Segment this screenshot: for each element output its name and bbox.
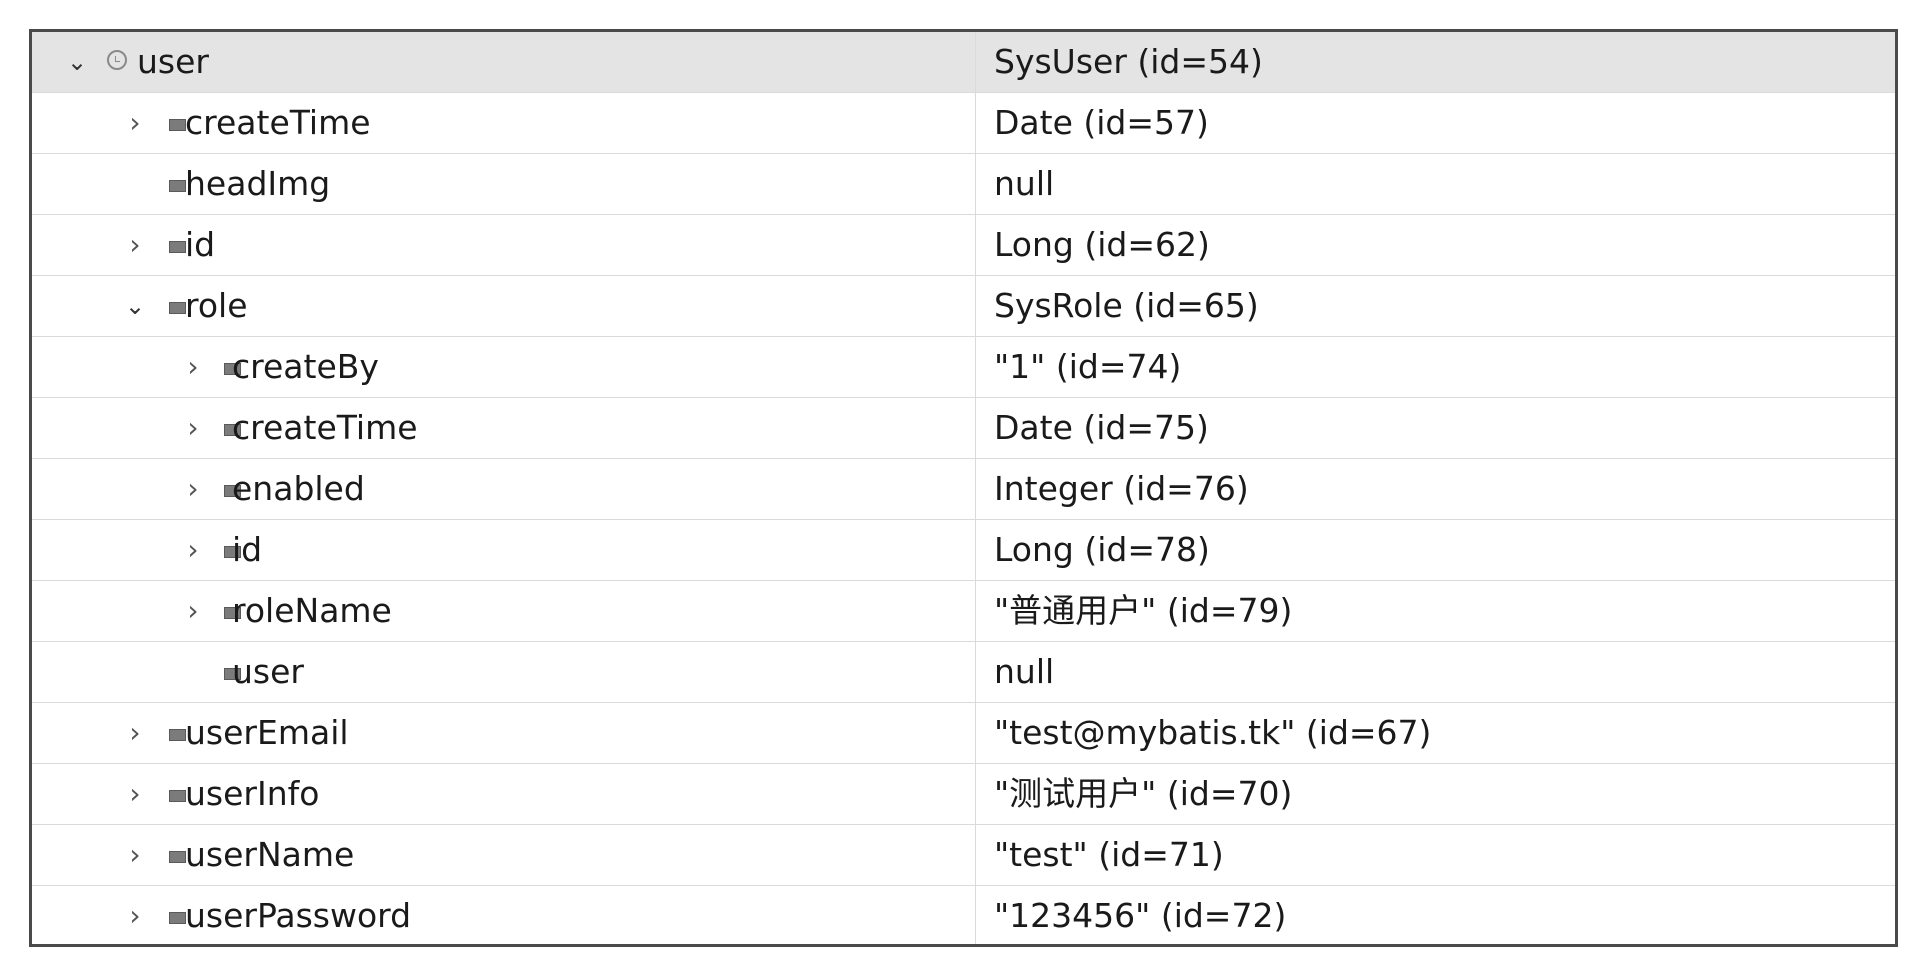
name-cell: › id [32, 520, 976, 580]
variable-name: user [232, 652, 304, 691]
chevron-right-icon[interactable]: › [178, 581, 208, 641]
field-icon [169, 180, 186, 192]
chevron-right-icon[interactable]: › [120, 215, 150, 275]
name-cell: › userInfo [32, 764, 976, 824]
name-cell: › roleName [32, 581, 976, 641]
variable-name: userInfo [185, 774, 320, 813]
variable-row[interactable]: headImg null [32, 154, 1895, 215]
variable-row[interactable]: › createTime Date (id=75) [32, 398, 1895, 459]
variable-value: "test" (id=71) [994, 835, 1224, 874]
variable-name: userPassword [185, 896, 412, 935]
variable-row[interactable]: › userInfo "测试用户" (id=70) [32, 764, 1895, 825]
field-icon [169, 119, 186, 131]
variable-row[interactable]: user null [32, 642, 1895, 703]
variable-value: "123456" (id=72) [994, 896, 1287, 935]
chevron-right-icon[interactable]: › [178, 337, 208, 397]
variable-name: userName [185, 835, 355, 874]
variable-value: "普通用户" (id=79) [994, 591, 1293, 630]
name-cell: › createBy [32, 337, 976, 397]
variable-name: roleName [232, 591, 392, 630]
variable-row[interactable]: › enabled Integer (id=76) [32, 459, 1895, 520]
variable-row[interactable]: › id Long (id=62) [32, 215, 1895, 276]
variable-name: userEmail [185, 713, 349, 752]
chevron-right-icon[interactable]: › [120, 93, 150, 153]
variable-row[interactable]: › id Long (id=78) [32, 520, 1895, 581]
variable-row[interactable]: ⌄ user SysUser (id=54) [32, 32, 1895, 93]
variable-name: headImg [185, 164, 331, 203]
variable-value: Integer (id=76) [994, 469, 1249, 508]
variable-name: id [232, 530, 263, 569]
variable-row[interactable]: › createTime Date (id=57) [32, 93, 1895, 154]
field-icon [169, 851, 186, 863]
variable-name: createBy [232, 347, 379, 386]
chevron-down-icon[interactable]: ⌄ [62, 32, 92, 92]
variable-row[interactable]: › createBy "1" (id=74) [32, 337, 1895, 398]
variable-row[interactable]: › userName "test" (id=71) [32, 825, 1895, 886]
variable-value: SysUser (id=54) [994, 42, 1263, 81]
name-cell: › createTime [32, 93, 976, 153]
variable-name: createTime [232, 408, 418, 447]
variable-name: id [185, 225, 216, 264]
chevron-right-icon[interactable]: › [120, 703, 150, 763]
variable-value: Long (id=78) [994, 530, 1210, 569]
field-icon [169, 729, 186, 741]
variables-view: ⌄ user SysUser (id=54) › createTime Date (id=… [29, 29, 1898, 947]
variable-row[interactable]: › roleName "普通用户" (id=79) [32, 581, 1895, 642]
name-cell: ⌄ role [32, 276, 976, 336]
chevron-right-icon[interactable]: › [178, 520, 208, 580]
name-cell: › userName [32, 825, 976, 885]
field-icon [169, 241, 186, 253]
variable-name: createTime [185, 103, 371, 142]
variable-value: null [994, 164, 1055, 203]
local-variable-icon [107, 50, 127, 70]
variable-value: SysRole (id=65) [994, 286, 1259, 325]
variable-value: Long (id=62) [994, 225, 1210, 264]
name-cell: ⌄ user [32, 32, 976, 92]
chevron-right-icon[interactable]: › [120, 825, 150, 885]
variable-name: role [185, 286, 248, 325]
variable-row[interactable]: › userPassword "123456" (id=72) [32, 886, 1895, 944]
chevron-right-icon[interactable]: › [120, 764, 150, 824]
variable-name: enabled [232, 469, 365, 508]
name-cell: headImg [32, 154, 976, 214]
name-cell: › id [32, 215, 976, 275]
name-cell: › enabled [32, 459, 976, 519]
field-icon [169, 912, 186, 924]
name-cell: › createTime [32, 398, 976, 458]
chevron-right-icon[interactable]: › [178, 398, 208, 458]
name-cell: › userEmail [32, 703, 976, 763]
variable-value: null [994, 652, 1055, 691]
variable-value: Date (id=57) [994, 103, 1209, 142]
variable-value: "test@mybatis.tk" (id=67) [994, 713, 1432, 752]
name-cell: user [32, 642, 976, 702]
variable-row[interactable]: ⌄ role SysRole (id=65) [32, 276, 1895, 337]
field-icon [169, 790, 186, 802]
variable-value: "测试用户" (id=70) [994, 774, 1293, 813]
chevron-right-icon[interactable]: › [178, 459, 208, 519]
variable-value: "1" (id=74) [994, 347, 1182, 386]
variable-name: user [137, 42, 209, 81]
field-icon [169, 302, 186, 314]
variable-row[interactable]: › userEmail "test@mybatis.tk" (id=67) [32, 703, 1895, 764]
chevron-right-icon[interactable]: › [120, 886, 150, 944]
name-cell: › userPassword [32, 886, 976, 944]
chevron-down-icon[interactable]: ⌄ [120, 276, 150, 336]
variable-value: Date (id=75) [994, 408, 1209, 447]
